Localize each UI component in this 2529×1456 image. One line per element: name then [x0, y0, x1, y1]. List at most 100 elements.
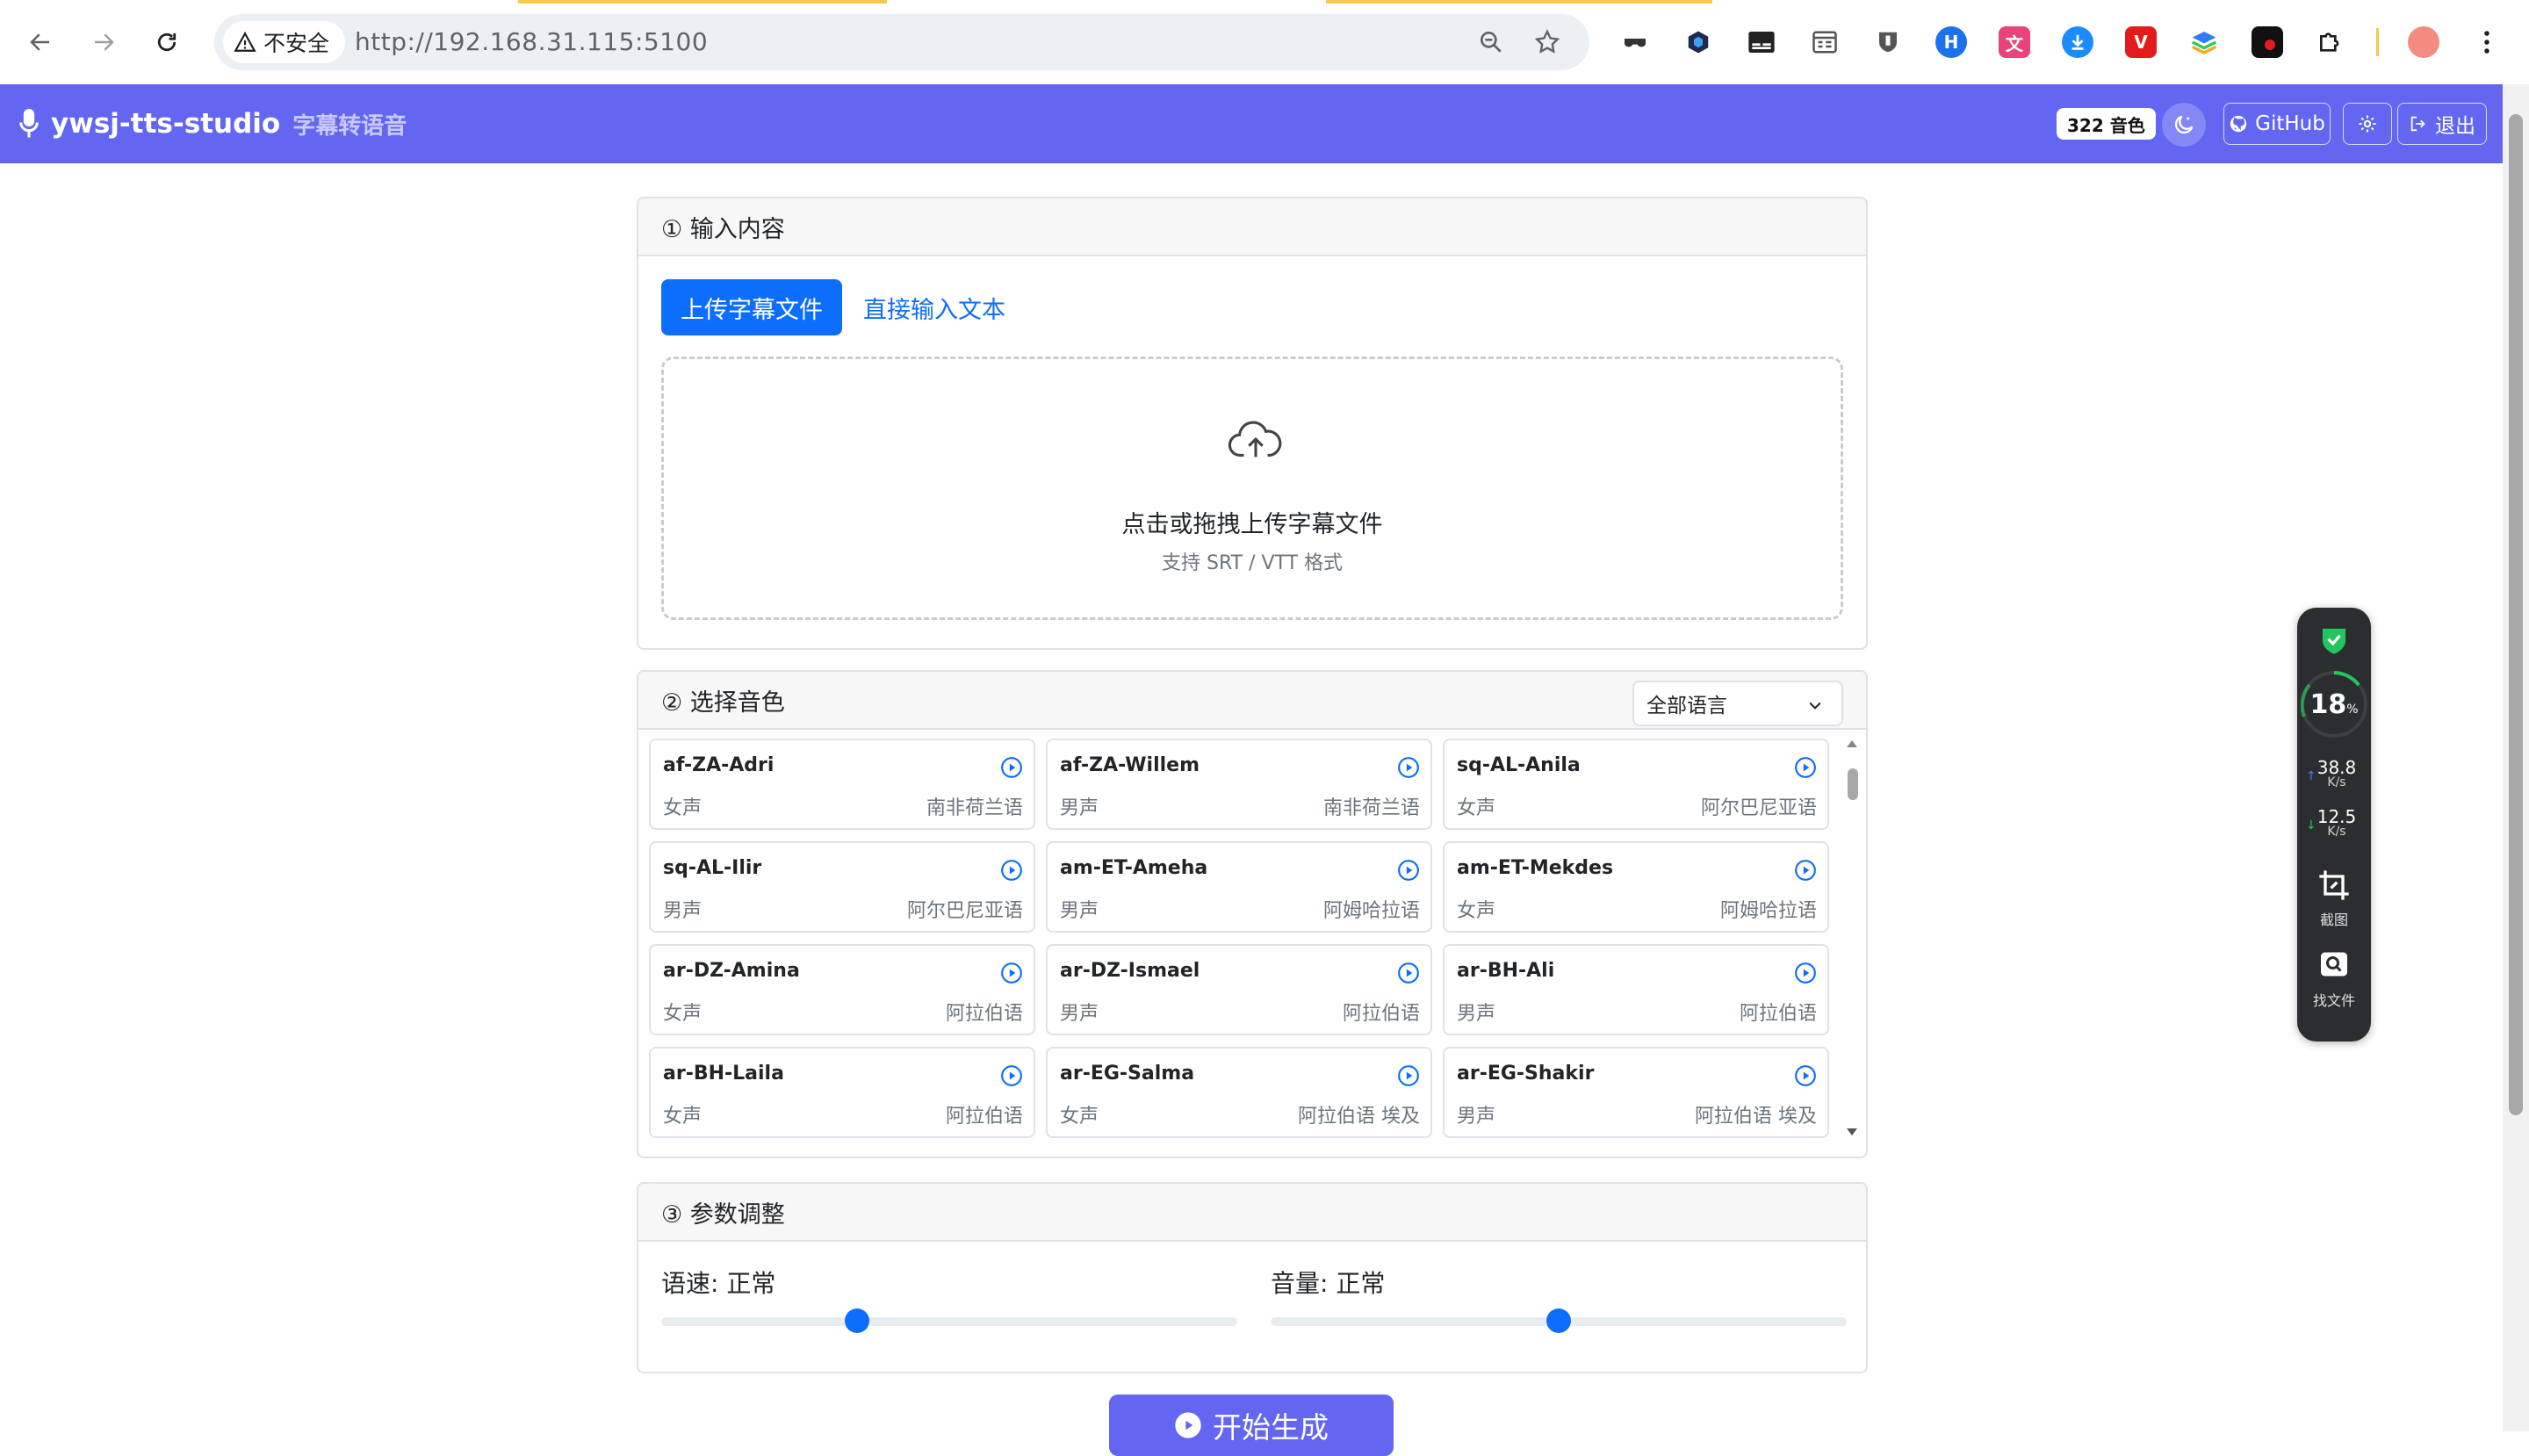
voice-card-item[interactable]: ar-BH-Ali 男声 阿拉伯语	[1443, 944, 1829, 1035]
voice-name: ar-EG-Shakir	[1457, 1063, 1595, 1085]
zoom-icon[interactable]	[1477, 28, 1505, 56]
theme-toggle-button[interactable]	[2162, 103, 2206, 147]
voice-language: 阿拉伯语	[1342, 1003, 1420, 1025]
extension-caption-icon[interactable]	[1746, 26, 1777, 58]
extensions-puzzle-icon[interactable]	[2315, 26, 2346, 58]
page-scroll-thumb[interactable]	[2509, 114, 2523, 1115]
voice-card-item[interactable]: ar-EG-Shakir 男声 阿拉伯语 埃及	[1443, 1047, 1829, 1138]
reload-button[interactable]	[146, 21, 188, 63]
voice-card-item[interactable]: ar-DZ-Ismael 男声 阿拉伯语	[1046, 944, 1432, 1035]
find-file-icon[interactable]	[2318, 948, 2350, 980]
voice-language: 南非荷兰语	[926, 797, 1023, 819]
crop-screenshot-icon[interactable]	[2316, 868, 2352, 903]
play-preview-icon[interactable]	[1000, 756, 1023, 779]
voice-card-header: ② 选择音色 全部语言	[638, 672, 1866, 730]
voice-card: ② 选择音色 全部语言 af-ZA-Adri 女声 南非荷兰语 af-ZA-Wille…	[637, 670, 1868, 1158]
browser-menu-button[interactable]	[2471, 26, 2503, 58]
voice-card-item[interactable]: sq-AL-Anila 女声 阿尔巴尼亚语	[1443, 739, 1829, 830]
play-preview-icon[interactable]	[1794, 756, 1817, 779]
system-monitor-widget[interactable]: 18% ↑ 38.8 K/s ↓ 12.5 K/s 截图 找文件	[2297, 608, 2371, 1042]
tab-upload-subtitle[interactable]: 上传字幕文件	[661, 279, 842, 335]
play-preview-icon[interactable]	[1397, 859, 1420, 882]
voice-gender: 男声	[1060, 797, 1099, 819]
find-file-label[interactable]: 找文件	[2297, 989, 2371, 1010]
voice-language: 阿拉伯语 埃及	[1695, 1106, 1817, 1128]
shield-check-icon	[2322, 628, 2346, 654]
voice-name: ar-DZ-Ismael	[1060, 960, 1200, 982]
voice-card-item[interactable]: af-ZA-Adri 女声 南非荷兰语	[649, 739, 1035, 830]
chevron-down-icon	[1809, 702, 1821, 710]
cpu-usage-arc	[2301, 671, 2360, 717]
speech-rate-slider[interactable]	[661, 1317, 1237, 1326]
language-filter-select[interactable]: 全部语言	[1632, 681, 1843, 726]
voice-name: ar-BH-Ali	[1457, 960, 1555, 982]
tab-direct-text[interactable]: 直接输入文本	[863, 279, 1005, 335]
github-button[interactable]: GitHub	[2223, 103, 2331, 145]
play-preview-icon[interactable]	[1397, 962, 1420, 984]
extension-layers-icon[interactable]	[2188, 26, 2220, 58]
extension-translate-icon[interactable]: 文	[1999, 26, 2030, 58]
voice-card-item[interactable]: sq-AL-Ilir 男声 阿尔巴尼亚语	[649, 841, 1035, 933]
voice-gender: 女声	[663, 1003, 702, 1025]
play-preview-icon[interactable]	[1794, 859, 1817, 882]
forward-button[interactable]	[83, 21, 125, 63]
address-bar[interactable]: 不安全 http://192.168.31.115:5100	[214, 14, 1589, 70]
voice-gender: 女声	[663, 797, 702, 819]
voice-name: sq-AL-Anila	[1457, 754, 1581, 776]
extension-record-icon[interactable]	[2252, 26, 2283, 58]
profile-avatar[interactable]	[2408, 26, 2439, 58]
play-preview-icon[interactable]	[1794, 1064, 1817, 1087]
generate-label: 开始生成	[1213, 1410, 1329, 1445]
bookmark-star-icon[interactable]	[1533, 28, 1561, 56]
voice-card-item[interactable]: ar-EG-Salma 女声 阿拉伯语 埃及	[1046, 1047, 1432, 1138]
browser-toolbar: 不安全 http://192.168.31.115:5100 H 文 V	[0, 0, 2529, 85]
play-preview-icon[interactable]	[1794, 962, 1817, 984]
voice-card-item[interactable]: af-ZA-Willem 男声 南非荷兰语	[1046, 739, 1432, 830]
voice-card-item[interactable]: ar-DZ-Amina 女声 阿拉伯语	[649, 944, 1035, 1035]
download-speed: 12.5 K/s	[2316, 806, 2357, 839]
extension-v-icon[interactable]: V	[2125, 26, 2157, 58]
moon-stars-icon	[2174, 115, 2194, 134]
voice-count-badge: 322 音色	[2057, 108, 2156, 140]
screenshot-label[interactable]: 截图	[2297, 908, 2371, 929]
app-header: ywsj-tts-studio 字幕转语音 322 音色 GitHub 退出	[0, 84, 2503, 163]
settings-button[interactable]	[2343, 103, 2392, 145]
play-preview-icon[interactable]	[1000, 962, 1023, 984]
voice-language: 南非荷兰语	[1322, 797, 1420, 819]
reload-icon	[157, 32, 177, 52]
voice-name: am-ET-Ameha	[1060, 857, 1208, 879]
speech-rate-slider-thumb[interactable]	[845, 1308, 870, 1333]
extension-h-icon[interactable]: H	[1935, 26, 1967, 58]
play-preview-icon[interactable]	[1000, 1064, 1023, 1087]
voice-list-scroll-thumb[interactable]	[1848, 768, 1858, 800]
extension-cube-icon[interactable]	[1682, 26, 1714, 58]
subtitle-dropzone[interactable]: 点击或拖拽上传字幕文件 支持 SRT / VTT 格式	[661, 357, 1843, 620]
extension-shield-icon[interactable]	[1872, 26, 1904, 58]
extension-window-icon[interactable]	[1809, 26, 1841, 58]
input-card-title: ① 输入内容	[638, 198, 1866, 256]
voice-language: 阿拉伯语 埃及	[1298, 1106, 1420, 1128]
logout-button[interactable]: 退出	[2397, 103, 2487, 145]
play-preview-icon[interactable]	[1397, 756, 1420, 779]
voice-name: ar-BH-Laila	[663, 1063, 784, 1085]
generate-button[interactable]: 开始生成	[1109, 1395, 1394, 1456]
voice-gender: 男声	[1457, 1106, 1496, 1128]
volume-slider-thumb[interactable]	[1546, 1308, 1571, 1333]
play-preview-icon[interactable]	[1000, 859, 1023, 882]
play-preview-icon[interactable]	[1397, 1064, 1420, 1087]
voice-name: ar-EG-Salma	[1060, 1063, 1195, 1085]
voice-card-item[interactable]: am-ET-Ameha 男声 阿姆哈拉语	[1046, 841, 1432, 933]
back-button[interactable]	[19, 21, 61, 63]
voice-gender: 男声	[1060, 1003, 1099, 1025]
voice-gender: 女声	[1457, 900, 1496, 922]
voice-card-item[interactable]: ar-BH-Laila 女声 阿拉伯语	[649, 1047, 1035, 1138]
voice-card-item[interactable]: am-ET-Mekdes 女声 阿姆哈拉语	[1443, 841, 1829, 933]
extension-download-icon[interactable]	[2062, 26, 2093, 58]
toolbar-separator	[2376, 28, 2379, 56]
url-text[interactable]: http://192.168.31.115:5100	[355, 14, 708, 70]
extension-mask-icon[interactable]	[1619, 26, 1651, 58]
security-chip[interactable]: 不安全	[223, 21, 346, 63]
dropzone-hint: 支持 SRT / VTT 格式	[1161, 552, 1343, 574]
voice-language: 阿拉伯语	[945, 1106, 1023, 1128]
voice-gender: 女声	[1457, 797, 1496, 819]
